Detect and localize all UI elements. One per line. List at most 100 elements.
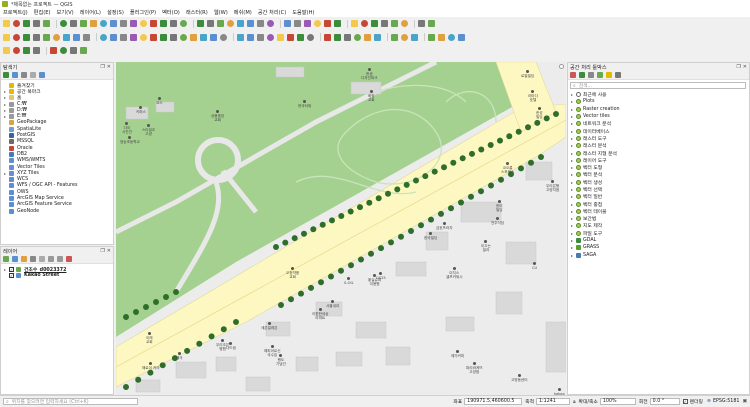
tb2-tool-icon-26[interactable]: [277, 33, 286, 42]
tb1-tool-icon-22[interactable]: [237, 19, 246, 28]
float-icon[interactable]: ❐: [100, 248, 104, 254]
tb2-tool-icon-24[interactable]: [257, 33, 266, 42]
tb1-tool-icon-17[interactable]: [180, 19, 189, 28]
tb1-tool-icon-32[interactable]: [351, 19, 360, 28]
locator-search-field[interactable]: ⌕ 위치를 찾으려면 입력하세요 (Ctrl+K): [3, 398, 138, 405]
tb2-tool-icon-30[interactable]: [324, 33, 333, 42]
toolbox-item[interactable]: ▸ 래스터 도구: [568, 135, 749, 142]
rotation-field[interactable]: 0.0 °: [649, 398, 680, 405]
tb2-tool-icon-35[interactable]: [374, 33, 383, 42]
options-icon[interactable]: [615, 72, 621, 78]
layer-visibility-checkbox[interactable]: ✓: [9, 272, 14, 278]
tb2-tool-icon-15[interactable]: [160, 33, 169, 42]
layer-visibility-checkbox[interactable]: ✓: [9, 266, 14, 272]
tb2-tool-icon-2[interactable]: [23, 33, 32, 42]
tb3-tool-icon-1[interactable]: [13, 46, 22, 55]
float-icon[interactable]: ❐: [100, 64, 104, 70]
tb2-tool-icon-3[interactable]: [33, 33, 42, 42]
tb1-tool-icon-5[interactable]: [60, 19, 69, 28]
toolbox-item[interactable]: ▸ 레이어 도구: [568, 157, 749, 164]
close-icon[interactable]: ✕: [107, 248, 111, 254]
menu-item-2[interactable]: 보기(V): [57, 9, 74, 16]
add-group-icon[interactable]: [12, 256, 18, 262]
tb2-tool-icon-40[interactable]: [438, 33, 447, 42]
menu-item-7[interactable]: 래스터(R): [186, 9, 208, 16]
toolbox-item[interactable]: ▸ GRASS: [568, 244, 749, 251]
float-icon[interactable]: ❐: [736, 64, 740, 70]
tb1-tool-icon-14[interactable]: [150, 19, 159, 28]
tb1-tool-icon-16[interactable]: [170, 19, 179, 28]
tb3-tool-icon-5[interactable]: [60, 46, 69, 55]
layer-item[interactable]: ✓ Kakao Street: [1, 272, 113, 278]
tb1-tool-icon-38[interactable]: [418, 19, 427, 28]
tb2-tool-icon-41[interactable]: [448, 33, 457, 42]
tb2-tool-icon-29[interactable]: [307, 33, 316, 42]
filter-by-expression-icon[interactable]: [39, 256, 45, 262]
map-themes-icon[interactable]: [21, 256, 27, 262]
tb1-tool-icon-3[interactable]: [33, 19, 42, 28]
tb2-tool-icon-18[interactable]: [190, 33, 199, 42]
tb1-tool-icon-0[interactable]: [3, 19, 12, 28]
tb1-tool-icon-31[interactable]: [334, 19, 343, 28]
close-icon[interactable]: ✕: [107, 64, 111, 70]
tb2-tool-icon-16[interactable]: [170, 33, 179, 42]
info-icon[interactable]: [39, 72, 45, 78]
tb1-tool-icon-28[interactable]: [304, 19, 313, 28]
tb2-tool-icon-10[interactable]: [110, 33, 119, 42]
toolbox-item[interactable]: ▸ GDAL: [568, 237, 749, 244]
menu-item-0[interactable]: 프로젝트(J): [3, 9, 28, 16]
tb1-tool-icon-21[interactable]: [227, 19, 236, 28]
toolbox-item[interactable]: ▸ 지도 제작: [568, 222, 749, 229]
tb1-tool-icon-26[interactable]: [284, 19, 293, 28]
toolbox-search-field[interactable]: ⌕ 검색...: [570, 82, 746, 89]
tb2-tool-icon-37[interactable]: [401, 33, 410, 42]
tb2-tool-icon-6[interactable]: [63, 33, 72, 42]
tb2-tool-icon-31[interactable]: [334, 33, 343, 42]
tb1-tool-icon-37[interactable]: [401, 19, 410, 28]
expand-all-icon[interactable]: [48, 256, 54, 262]
tb2-tool-icon-5[interactable]: [53, 33, 62, 42]
tb1-tool-icon-33[interactable]: [361, 19, 370, 28]
tb3-tool-icon-2[interactable]: [23, 46, 32, 55]
tb2-tool-icon-36[interactable]: [391, 33, 400, 42]
tb2-tool-icon-17[interactable]: [180, 33, 189, 42]
toolbox-item[interactable]: ▸ 래스터 분석: [568, 142, 749, 149]
tb1-tool-icon-30[interactable]: [324, 19, 333, 28]
tb2-tool-icon-38[interactable]: [411, 33, 420, 42]
tb1-tool-icon-6[interactable]: [70, 19, 79, 28]
render-checkbox[interactable]: ✓: [682, 399, 688, 404]
tb2-tool-icon-39[interactable]: [428, 33, 437, 42]
scripts-icon[interactable]: [579, 72, 585, 78]
edit-in-place-icon[interactable]: [606, 72, 612, 78]
tb1-tool-icon-1[interactable]: [13, 19, 22, 28]
toolbox-item[interactable]: ▸ 벡터 생성: [568, 179, 749, 186]
menu-item-3[interactable]: 레이어(L): [80, 9, 101, 16]
tb2-tool-icon-19[interactable]: [200, 33, 209, 42]
tb2-tool-icon-12[interactable]: [130, 33, 139, 42]
crs-button[interactable]: EPSG:5181: [713, 399, 740, 404]
menu-item-5[interactable]: 플러그인(P): [130, 9, 156, 16]
collapse-all-icon[interactable]: [57, 256, 63, 262]
toolbox-item[interactable]: ▸ 데이터베이스: [568, 127, 749, 135]
tb1-tool-icon-24[interactable]: [257, 19, 266, 28]
tb2-tool-icon-28[interactable]: [297, 33, 306, 42]
menu-item-8[interactable]: 웹(W): [214, 9, 228, 16]
menu-item-10[interactable]: 공간 처리(C): [258, 9, 286, 16]
tb2-tool-icon-1[interactable]: [13, 33, 22, 42]
tb3-tool-icon-6[interactable]: [70, 46, 79, 55]
filter-legend-icon[interactable]: [30, 256, 36, 262]
tb2-tool-icon-22[interactable]: [237, 33, 246, 42]
toolbox-item[interactable]: ▸ SAGA: [568, 252, 749, 259]
tb1-tool-icon-35[interactable]: [381, 19, 390, 28]
toolbox-item[interactable]: ▸ 래스터 지형 분석: [568, 149, 749, 157]
tb1-tool-icon-39[interactable]: [428, 19, 437, 28]
models-icon[interactable]: [570, 72, 576, 78]
tb1-tool-icon-34[interactable]: [371, 19, 380, 28]
tb2-tool-icon-4[interactable]: [43, 33, 52, 42]
tb1-tool-icon-15[interactable]: [160, 19, 169, 28]
tb2-tool-icon-42[interactable]: [458, 33, 467, 42]
coordinate-field[interactable]: 190971.5,460600.5: [464, 398, 523, 405]
toolbox-item[interactable]: ▸ Plots: [568, 98, 749, 105]
tb1-tool-icon-2[interactable]: [23, 19, 32, 28]
toolbox-item[interactable]: ▸ 파일 도구: [568, 230, 749, 237]
